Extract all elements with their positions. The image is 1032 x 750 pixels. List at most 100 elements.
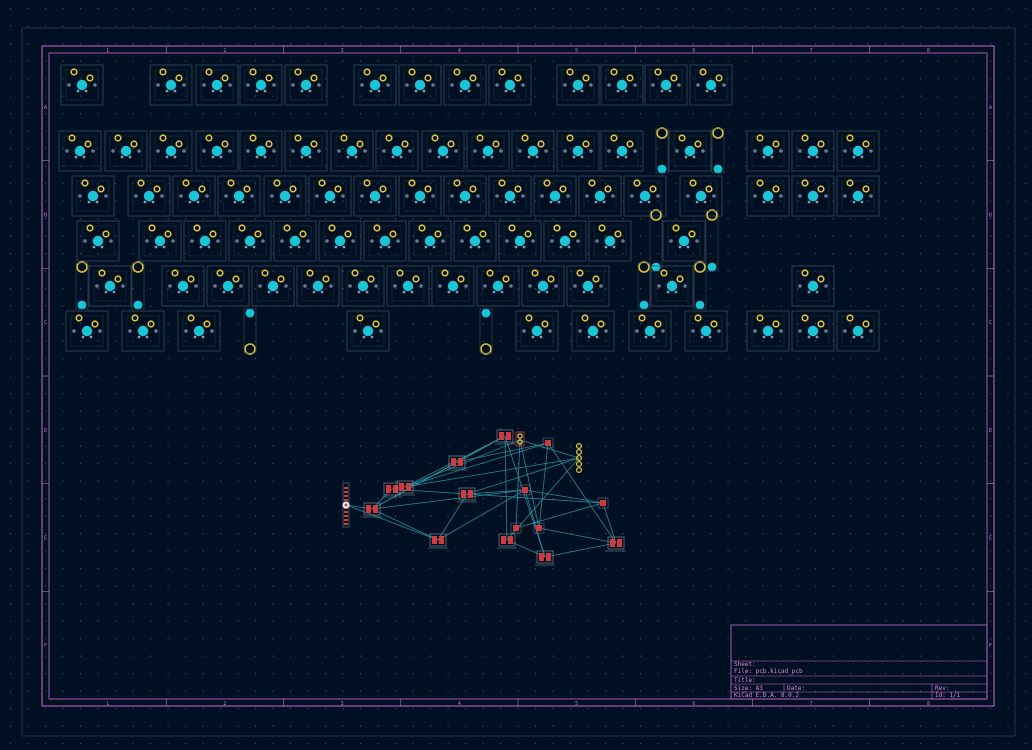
diode-pad [647,200,651,204]
switch-center-hole [362,325,374,337]
diode-pad [275,290,279,294]
zone-row-label: D [44,428,47,434]
mount-pin [798,194,802,198]
zone-row-label: F [989,643,992,649]
mount-pin [405,83,409,87]
diode-pad [95,200,99,204]
diode-pad [89,335,93,339]
switch-center-hole [346,145,358,157]
mount-pin [495,194,499,198]
mount-pin [450,194,454,198]
switch-center-hole [300,145,312,157]
diode-pad [233,200,237,204]
stabilizer-hole [639,300,649,310]
diode-pad [193,335,197,339]
switch-center-hole [402,280,414,292]
mount-pin [677,83,681,87]
diode-pad [652,335,656,339]
mount-pin [393,284,397,288]
diode-pad [112,290,116,294]
diode-pad [762,155,766,159]
zone-column-label: 5 [575,48,578,54]
diode-pad [595,335,599,339]
switch-center-hole [459,79,471,91]
diode-pad [357,290,361,294]
mount-pin [190,239,194,243]
diode-pad [137,335,141,339]
diode-pad [320,290,324,294]
mount-pin [528,284,532,288]
mount-pin [250,194,254,198]
diode-pad [537,290,541,294]
zone-column-label: 8 [927,701,930,707]
mount-pin [353,329,357,333]
diode-pad [686,245,690,249]
switch-center-hole [369,190,381,202]
switch-center-hole [76,79,88,91]
zone-column-label: 4 [458,701,461,707]
switch-center-hole [660,79,672,91]
mount-pin [824,329,828,333]
diode-pad [572,155,576,159]
mount-pin [824,149,828,153]
diode-pad [604,245,608,249]
diode-pad [128,155,132,159]
diode-pad [514,245,518,249]
mount-pin [657,284,661,288]
mount-pin [607,83,611,87]
mount-pin [563,149,567,153]
diode-pad [422,89,426,93]
mount-pin [712,194,716,198]
title-block-rev: Rev: [935,685,949,692]
mount-pin [753,329,757,333]
diode-pad [467,89,471,93]
mount-pin [246,149,250,153]
diode-pad [549,200,553,204]
diode-pad [807,200,811,204]
zone-row-label: D [989,428,992,434]
mount-pin [386,83,390,87]
switch-center-hole [572,145,584,157]
mount-pin [317,83,321,87]
mount-pin [473,149,477,153]
diode-pad [414,200,418,204]
mount-pin [235,239,239,243]
switch-center-hole [537,280,549,292]
pcb-editor-canvas[interactable]: 1 1 2 2 3 3 4 4 5 5 6 6 7 7 8 8 A A B B C C D D E E F F Sheet: File… [0,0,1032,750]
diode-pad [477,245,481,249]
mount-pin [351,239,355,243]
diode-pad [244,245,248,249]
diode-pad [324,200,328,204]
mount-pin [213,284,217,288]
diode-pad [660,89,664,93]
diode-pad [539,335,543,339]
switch-center-hole [324,190,336,202]
zone-row-label: B [44,213,47,219]
switch-center-hole [391,145,403,157]
diode-pad [369,200,373,204]
diode-pad [815,290,819,294]
diode-pad [263,89,267,93]
mount-pin [408,149,412,153]
diode-pad [219,155,223,159]
diode-pad [379,245,383,249]
diode-pad [624,155,628,159]
mount-pin [798,284,802,288]
diode-pad [334,245,338,249]
switch-center-hole [137,325,149,337]
diode-pad [852,155,856,159]
switch-center-hole [527,145,539,157]
diode-pad [692,155,696,159]
switch-center-hole [852,190,864,202]
diode-pad [762,200,766,204]
diode-pad [173,155,177,159]
mount-pin [194,284,198,288]
diode-pad [267,290,271,294]
diode-pad [300,155,304,159]
switch-center-hole [678,235,690,247]
diode-pad [492,290,496,294]
diode-pad [165,155,169,159]
mount-pin [548,329,552,333]
mount-pin [128,329,132,333]
switch-center-hole [244,235,256,247]
